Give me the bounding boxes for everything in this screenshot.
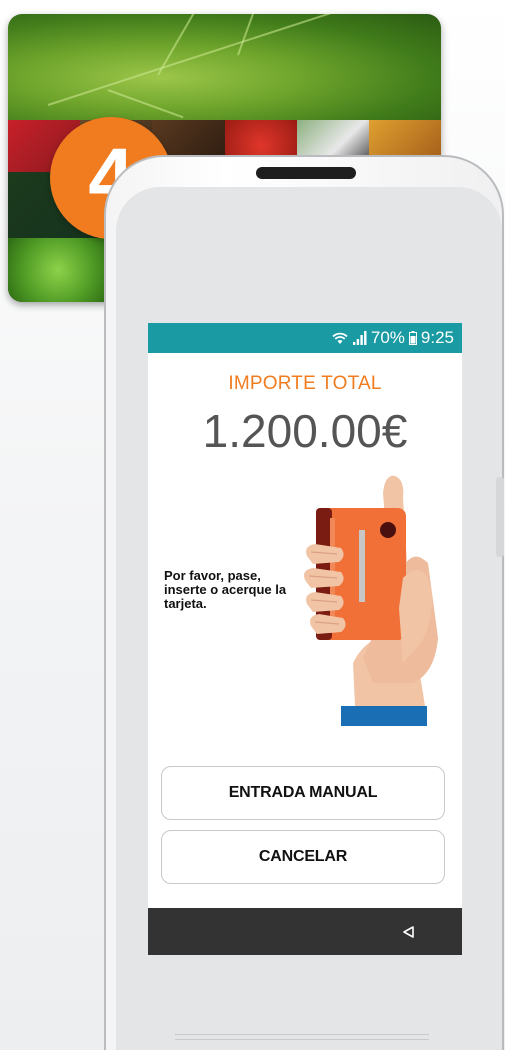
status-bar: 70% 9:25 xyxy=(148,323,462,353)
side-button xyxy=(496,477,504,557)
status-time: 9:25 xyxy=(420,328,454,347)
phone-bottom-edge xyxy=(175,1034,429,1040)
card-instruction-text: Por favor, pase, inserte o acerque la ta… xyxy=(164,568,287,611)
manual-entry-button[interactable]: ENTRADA MANUAL xyxy=(161,766,445,820)
phone-screen: 70% 9:25 IMPORTE TOTAL 1.200.00€ Por fav… xyxy=(148,323,462,955)
battery-percent: 70% xyxy=(370,328,405,347)
back-icon[interactable] xyxy=(403,925,414,943)
total-amount-value: 1.200.00€ xyxy=(202,405,408,457)
leaf-photo xyxy=(8,14,441,120)
phone-speaker xyxy=(256,167,356,179)
hand-card-illustration xyxy=(304,475,438,726)
signal-icon xyxy=(352,331,367,345)
wifi-icon xyxy=(331,331,349,345)
navigation-bar xyxy=(148,908,462,955)
cancel-button[interactable]: CANCELAR xyxy=(161,830,445,884)
total-amount-title: IMPORTE TOTAL xyxy=(228,373,382,394)
battery-icon xyxy=(408,331,417,345)
waterdrop-leaf-photo xyxy=(8,238,108,302)
